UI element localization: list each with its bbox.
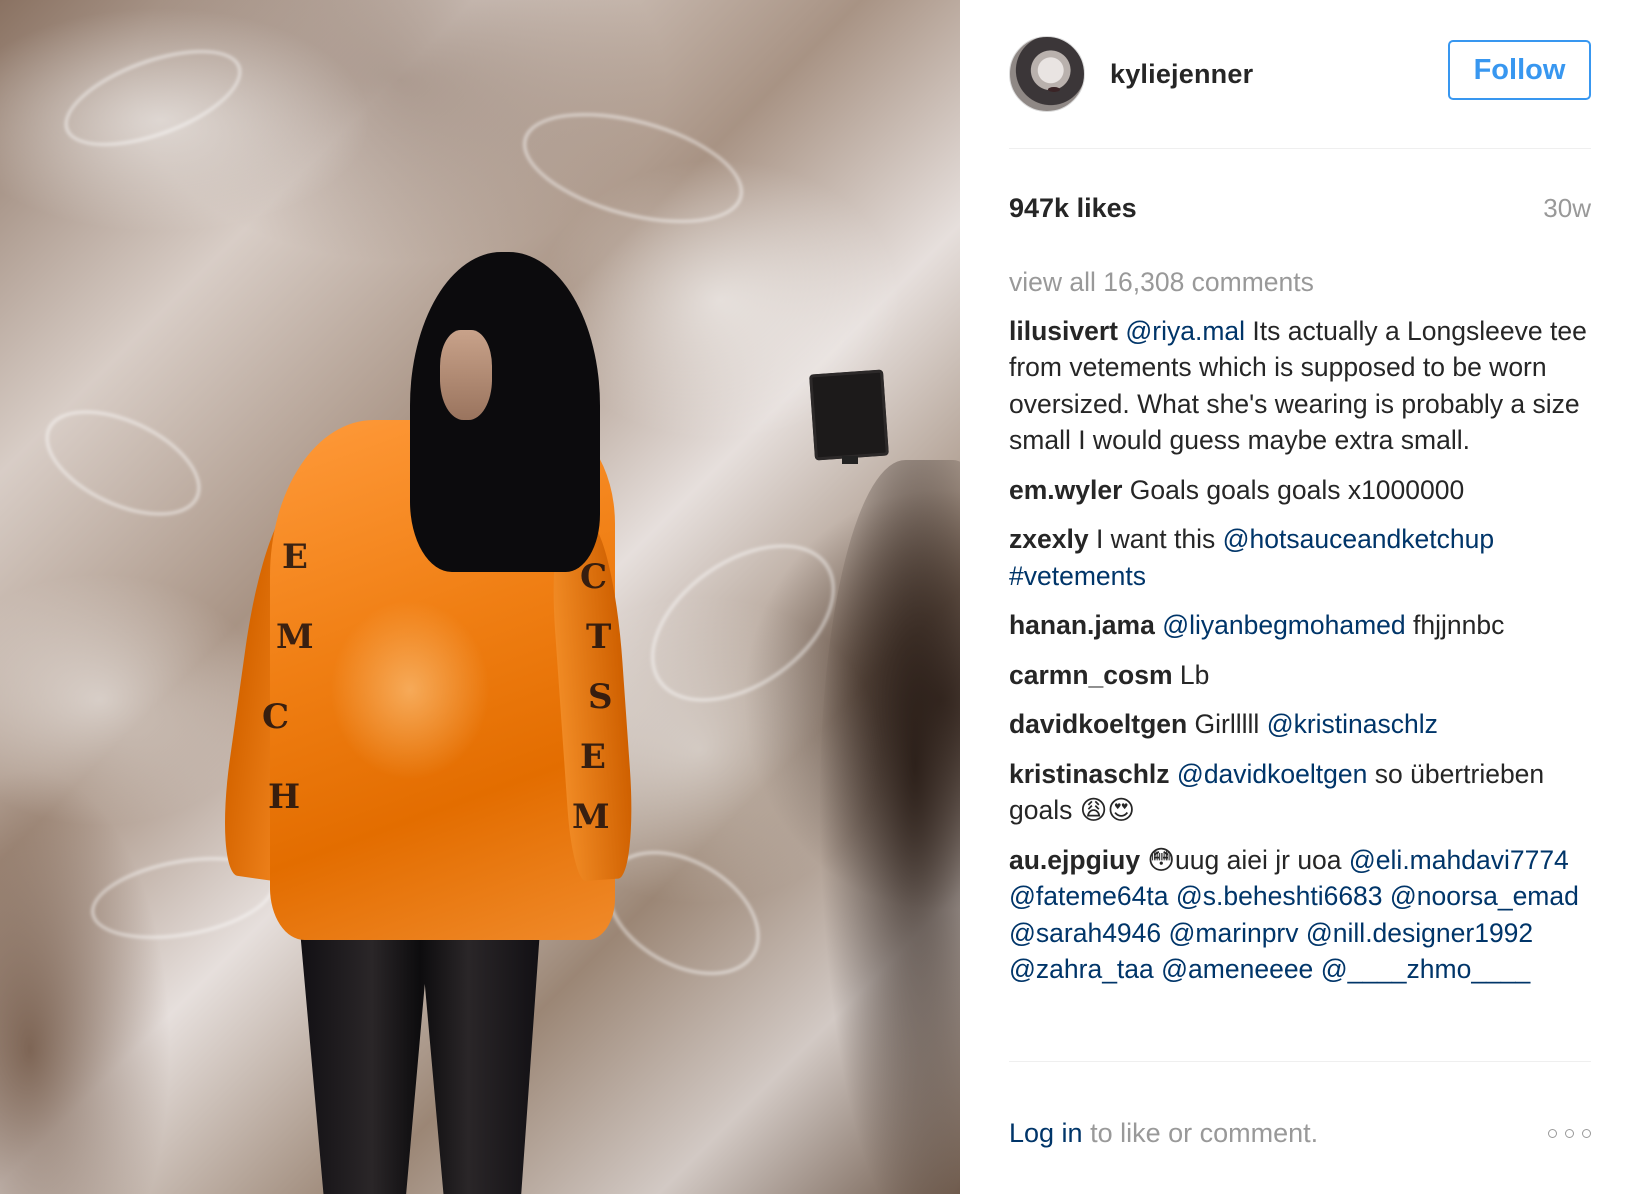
comment: zxexly I want this @hotsauceandketchup #… bbox=[1009, 521, 1591, 594]
comment-text: Goals goals goals x1000000 bbox=[1122, 474, 1465, 505]
comment: hanan.jama @liyanbegmohamed fhjjnnbc bbox=[1009, 607, 1591, 644]
mention-link[interactable]: @nill.designer1992 bbox=[1306, 918, 1533, 948]
sleeve-print-left: M bbox=[276, 617, 314, 657]
mention-link[interactable]: @ameneeee bbox=[1161, 954, 1313, 984]
comment-username[interactable]: zxexly bbox=[1009, 524, 1089, 554]
mention-link[interactable]: @____zhmo____ bbox=[1321, 954, 1531, 984]
mention-link[interactable]: @eli.mahdavi7774 bbox=[1349, 845, 1569, 875]
comment-text bbox=[1169, 881, 1176, 911]
comment-text: 😳uug aiei jr uoa bbox=[1140, 844, 1349, 875]
username-link[interactable]: kyliejenner bbox=[1110, 59, 1253, 90]
login-link[interactable]: Log in bbox=[1009, 1118, 1083, 1148]
profile-avatar[interactable] bbox=[1009, 36, 1085, 112]
comment-username[interactable]: kristinaschlz bbox=[1009, 759, 1170, 789]
mention-link[interactable]: @sarah4946 bbox=[1009, 918, 1161, 948]
view-all-comments-link[interactable]: view all 16,308 comments bbox=[1009, 264, 1591, 301]
comment-text: fhjjnnbc bbox=[1405, 610, 1505, 640]
comment-username[interactable]: davidkoeltgen bbox=[1009, 709, 1187, 739]
black-pants bbox=[300, 930, 540, 1194]
sleeve-print-right: C bbox=[580, 557, 608, 597]
hair bbox=[410, 252, 600, 572]
face bbox=[440, 330, 492, 420]
more-options-icon[interactable] bbox=[1548, 1128, 1591, 1138]
comment-list: lilusivert @riya.mal Its actually a Long… bbox=[1009, 313, 1591, 988]
comment-username[interactable]: hanan.jama bbox=[1009, 610, 1155, 640]
mention-link[interactable]: @zahra_taa bbox=[1009, 954, 1154, 984]
login-prompt: Log in to like or comment. bbox=[1009, 1118, 1318, 1149]
comment-text: Lb bbox=[1172, 659, 1210, 690]
post-side-panel: kyliejenner Follow 947k likes 30w view a… bbox=[960, 0, 1628, 1194]
follow-button[interactable]: Follow bbox=[1448, 40, 1591, 100]
comment-text bbox=[1170, 759, 1177, 789]
mention-link[interactable]: @noorsa_emad bbox=[1390, 881, 1579, 911]
likes-count[interactable]: 947k likes bbox=[1009, 193, 1137, 224]
header-divider bbox=[1009, 148, 1591, 149]
mention-link[interactable]: @liyanbegmohamed bbox=[1162, 610, 1405, 640]
comment: em.wyler Goals goals goals x1000000 bbox=[1009, 472, 1591, 509]
post-footer: Log in to like or comment. bbox=[1009, 1111, 1591, 1155]
comment-text: I want this bbox=[1088, 524, 1223, 554]
sleeve-print-left: H bbox=[268, 777, 301, 817]
comment: carmn_cosm Lb bbox=[1009, 657, 1591, 694]
comments-divider bbox=[1009, 1061, 1591, 1062]
comment-text bbox=[1383, 881, 1390, 911]
sleeve-print-left: C bbox=[262, 697, 290, 737]
login-prompt-text: to like or comment. bbox=[1082, 1117, 1319, 1148]
mention-link[interactable]: @fateme64ta bbox=[1009, 881, 1169, 911]
shirt-highlight bbox=[330, 600, 490, 780]
dot-icon bbox=[1582, 1128, 1591, 1138]
mention-link[interactable]: @riya.mal bbox=[1125, 316, 1245, 346]
mention-link[interactable]: @davidkoeltgen bbox=[1177, 759, 1367, 789]
comments-section: view all 16,308 comments lilusivert @riy… bbox=[1009, 264, 1591, 1001]
comment-text: Girlllll bbox=[1187, 709, 1267, 739]
comment-text bbox=[1313, 954, 1320, 984]
model-figure: E M C H C T S E M bbox=[0, 0, 960, 1194]
likes-row: 947k likes 30w bbox=[1009, 188, 1591, 228]
mention-link[interactable]: @s.beheshti6683 bbox=[1176, 881, 1383, 911]
post-timestamp[interactable]: 30w bbox=[1543, 193, 1591, 224]
post-photo[interactable]: E M C H C T S E M bbox=[0, 0, 960, 1194]
avatar-detail bbox=[1048, 87, 1060, 92]
comment: davidkoeltgen Girlllll @kristinaschlz bbox=[1009, 706, 1591, 743]
dot-icon bbox=[1548, 1128, 1557, 1138]
comment: lilusivert @riya.mal Its actually a Long… bbox=[1009, 313, 1591, 459]
sleeve-print-right: S bbox=[588, 677, 613, 717]
sleeve-print-left: E bbox=[282, 537, 308, 577]
mention-link[interactable]: @marinprv bbox=[1169, 918, 1299, 948]
sleeve-print-right: E bbox=[580, 737, 606, 777]
instagram-post: E M C H C T S E M kyliejenner Follow 947… bbox=[0, 0, 1628, 1194]
sleeve-print-right: T bbox=[586, 617, 612, 657]
comment-username[interactable]: carmn_cosm bbox=[1009, 660, 1173, 690]
comment-username[interactable]: lilusivert bbox=[1009, 316, 1118, 346]
comment-username[interactable]: au.ejpgiuy bbox=[1009, 845, 1140, 875]
hashtag-link[interactable]: #vetements bbox=[1009, 561, 1146, 591]
mention-link[interactable]: @kristinaschlz bbox=[1267, 709, 1438, 739]
sleeve-print-right: M bbox=[572, 797, 610, 837]
comment: au.ejpgiuy 😳uug aiei jr uoa @eli.mahdavi… bbox=[1009, 842, 1591, 988]
dot-icon bbox=[1565, 1128, 1574, 1138]
comment-text bbox=[1299, 918, 1306, 948]
comment: kristinaschlz @davidkoeltgen so übertrie… bbox=[1009, 756, 1591, 829]
comment-text bbox=[1161, 918, 1168, 948]
post-header: kyliejenner Follow bbox=[1009, 36, 1591, 112]
comment-username[interactable]: em.wyler bbox=[1009, 475, 1122, 505]
mention-link[interactable]: @hotsauceandketchup bbox=[1223, 524, 1494, 554]
